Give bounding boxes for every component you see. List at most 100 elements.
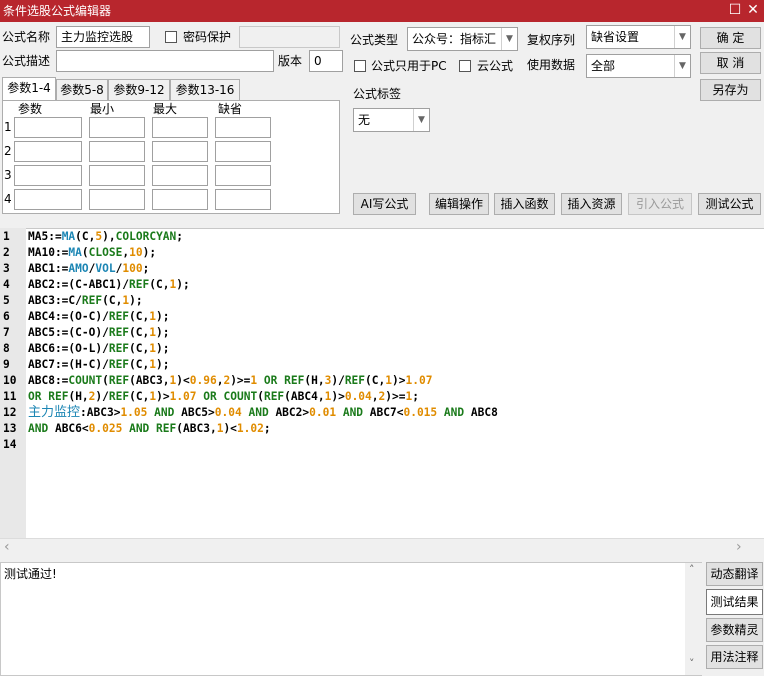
code-token: 1 [149,342,157,355]
cancel-button[interactable]: 取 消 [700,52,761,74]
pc-only-checkbox[interactable] [354,60,366,72]
code-text: ABC7:=(H-C)/REF(C,1); [28,357,170,373]
param-default-cell[interactable] [215,117,271,138]
test-output-panel: 测试通过! [0,562,702,676]
use-data-label: 使用数据 [527,58,576,72]
param-row-number: 4 [4,192,12,206]
code-token: 0.04 [344,390,372,403]
code-token: REF [129,278,150,291]
version-input[interactable]: 0 [309,50,343,72]
param-max-cell[interactable] [152,141,208,162]
param-default-cell[interactable] [215,189,271,210]
code-token: ( [81,246,89,259]
param-name-cell[interactable] [14,189,82,210]
use-data-select[interactable]: 全部 ▼ [586,54,691,78]
code-token: (C, [129,390,150,403]
param-min-cell[interactable] [89,165,145,186]
param-min-cell[interactable] [89,189,145,210]
param-default-cell[interactable] [215,165,271,186]
ai-write-button[interactable]: AI写公式 [353,193,416,215]
line-number: 8 [3,342,10,355]
code-token: (C, [365,374,386,387]
param-max-cell[interactable] [152,165,208,186]
param-wizard-button[interactable]: 参数精灵 [706,618,763,642]
param-default-cell[interactable] [215,141,271,162]
code-token: ( [102,374,109,387]
close-icon[interactable]: ✕ [738,0,764,22]
dynamic-translate-button[interactable]: 动态翻译 [706,562,763,586]
param-min-cell[interactable] [89,117,145,138]
scroll-right-icon[interactable]: › [736,539,742,555]
restore-series-value: 缺省设置 [591,30,640,44]
line-number: 6 [3,310,10,323]
code-token: REF [284,374,305,387]
formula-tag-select[interactable]: 无 ▼ [353,108,430,132]
formula-type-label: 公式类型 [350,33,399,47]
password-checkbox[interactable] [165,31,177,43]
line-number: 9 [3,358,10,371]
insert-function-button[interactable]: 插入函数 [494,193,555,215]
code-token: ABC1:= [28,262,69,275]
formula-desc-input[interactable] [56,50,274,72]
tab-params-13-16[interactable]: 参数13-16 [170,79,240,101]
password-input[interactable] [239,26,340,48]
code-text: ABC4:=(O-C)/REF(C,1); [28,309,170,325]
code-token: AND [154,406,175,419]
code-token: OR [263,374,278,387]
use-data-value: 全部 [591,59,616,73]
line-number: 5 [3,294,10,307]
param-header-max: 最大 [153,102,178,116]
output-vertical-scrollbar[interactable]: ˄ ˅ [685,563,702,675]
ok-button[interactable]: 确 定 [700,27,761,49]
restore-series-select[interactable]: 缺省设置 ▼ [586,25,691,49]
tab-params-1-4[interactable]: 参数1-4 [2,77,56,101]
code-token: )> [331,390,345,403]
param-header-name: 参数 [18,102,43,116]
param-max-cell[interactable] [152,117,208,138]
formula-name-input[interactable]: 主力监控选股 [56,26,150,48]
line-number: 3 [3,262,10,275]
horizontal-scrollbar[interactable]: ‹ › [0,538,764,556]
tab-params-9-12[interactable]: 参数9-12 [108,79,170,101]
param-row-number: 2 [4,144,12,158]
code-token: REF [108,374,130,387]
test-formula-button[interactable]: 测试公式 [698,193,761,215]
insert-resource-button[interactable]: 插入资源 [561,193,622,215]
param-name-cell[interactable] [14,165,82,186]
line-number: 1 [3,230,10,243]
code-token: 0.025 [88,422,123,435]
code-token: )< [223,422,237,435]
code-token: )>= [385,390,406,403]
code-token: REF [108,310,130,323]
import-formula-button[interactable]: 引入公式 [628,193,692,215]
code-token: ABC7:=(H-C)/ [28,358,109,371]
cloud-formula-checkbox[interactable] [459,60,471,72]
code-token: COLORCYAN [115,230,177,243]
code-token: ); [156,358,170,371]
code-token: ); [129,294,143,307]
code-token: OR [203,390,217,403]
param-header-default: 缺省 [218,102,243,116]
code-token: REF [344,374,366,387]
code-token: (C, [129,310,150,323]
usage-notes-button[interactable]: 用法注释 [706,645,763,669]
param-min-cell[interactable] [89,141,145,162]
chevron-down-icon: ▼ [413,109,429,131]
param-name-cell[interactable] [14,141,82,162]
test-result-button[interactable]: 测试结果 [706,589,763,615]
code-token: REF [48,390,69,403]
edit-ops-button[interactable]: 编辑操作 [429,193,489,215]
save-as-button[interactable]: 另存为 [700,79,761,101]
tab-params-5-8[interactable]: 参数5-8 [56,79,108,101]
code-token: MA [61,230,76,243]
scroll-up-icon[interactable]: ˄ [689,563,695,576]
scroll-left-icon[interactable]: ‹ [4,539,10,555]
code-token: 1.05 [120,406,148,419]
param-max-cell[interactable] [152,189,208,210]
code-token: )/ [331,374,345,387]
formula-type-select[interactable]: 公众号：指标汇 ▼ [407,27,518,51]
code-token: (H, [304,374,325,387]
scroll-down-icon[interactable]: ˅ [689,657,695,670]
param-name-cell[interactable] [14,117,82,138]
